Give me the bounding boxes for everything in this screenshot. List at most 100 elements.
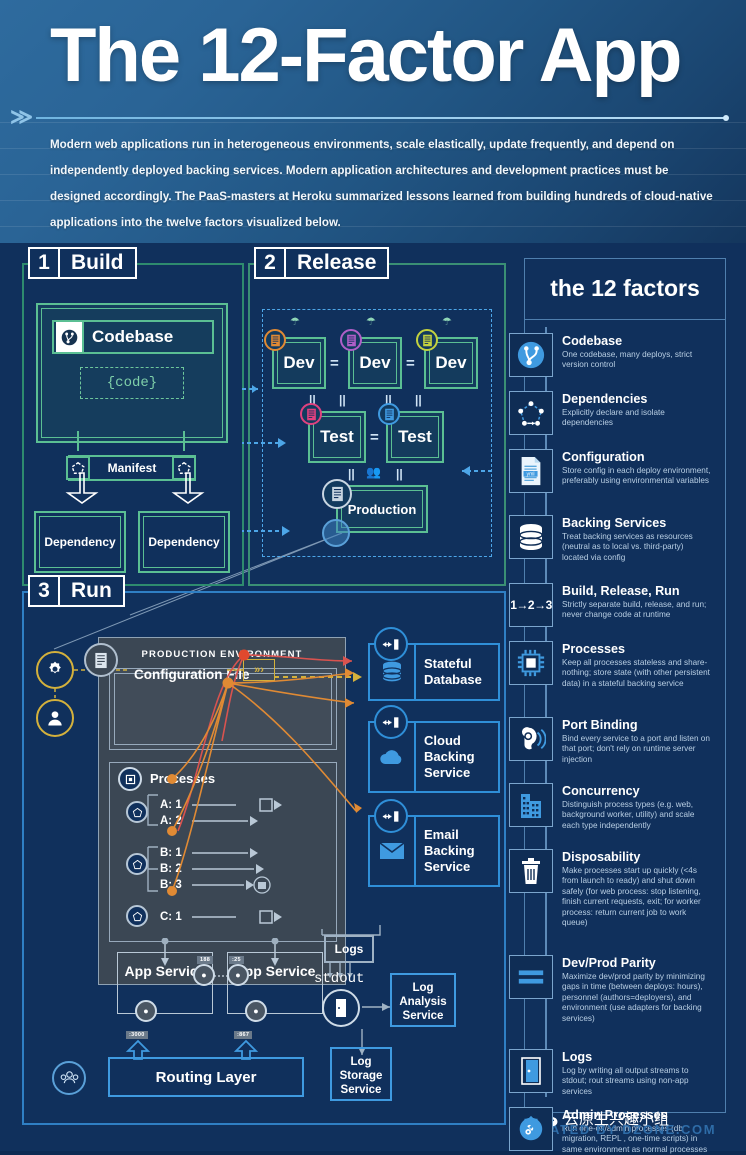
yaml-file-icon: yml: [509, 449, 553, 493]
port-binding-badge: [374, 705, 408, 739]
building-scale-icon: [509, 783, 553, 827]
factor-desc: Distinguish process types (e.g. web, bac…: [562, 800, 695, 830]
factor-desc: Treat backing services as resources (neu…: [562, 532, 693, 562]
port-label: 188: [197, 956, 214, 964]
env-label: Test: [398, 427, 432, 446]
cpu-chip-icon: [509, 641, 553, 685]
config-dot-icon: [322, 479, 352, 509]
factor-desc: Keep all processes stateless and share-n…: [562, 658, 710, 688]
manifest-arrows: [65, 431, 205, 504]
port-binding-icon: ●: [227, 964, 249, 986]
open-door-icon: [509, 1049, 553, 1093]
factor-item-processes[interactable]: Processes Keep all processes stateless a…: [509, 641, 727, 689]
factor-desc: Bind every service to a port and listen …: [562, 734, 710, 764]
equal-bars-icon: [509, 955, 553, 999]
twelve-factors-sidebar: the 12 factors Codebase One codebase, ma…: [509, 258, 726, 1154]
backing-service-label: Stateful Database: [424, 656, 482, 687]
log-storage-service: Log Storage Service: [330, 1047, 392, 1101]
user-admin-icon: [36, 699, 74, 737]
port-label: :867: [234, 1031, 253, 1039]
codebase-box: Codebase {code}: [36, 303, 228, 443]
factor-item-port-binding[interactable]: Port Binding Bind every service to a por…: [509, 717, 727, 765]
env-label: Production: [347, 501, 417, 517]
log-analysis-service: Log Analysis Service: [390, 973, 456, 1027]
port-binding-icon: ●: [193, 964, 215, 986]
node-graph-icon: [509, 391, 553, 435]
factor-item-concurrency[interactable]: Concurrency Distinguish process types (e…: [509, 783, 727, 831]
production-environment-label: PRODUCTION ENVIRONMENT: [141, 649, 303, 660]
database-icon: [509, 515, 553, 559]
backing-service-label: Email Backing Service: [424, 827, 475, 874]
env-label: Test: [320, 427, 354, 446]
users-group-icon: [52, 1061, 86, 1095]
config-file-label: Configuration File: [134, 667, 250, 682]
factor-name: Logs: [562, 1050, 593, 1064]
factor-item-backing-services[interactable]: Backing Services Treat backing services …: [509, 515, 727, 563]
dependency-box: Dependency: [34, 511, 126, 573]
parallel-mark: ||: [415, 393, 422, 407]
factor-item-configuration[interactable]: yml Configuration Store config in each d…: [509, 449, 727, 493]
factor-name: Disposability: [562, 850, 641, 864]
parallel-mark: ||: [396, 467, 403, 481]
panel-build-number: 1: [28, 247, 58, 279]
factor-name: Dependencies: [562, 392, 648, 406]
port-binding-icon: ●: [135, 1000, 157, 1022]
panel-release-tag: 2 Release: [254, 247, 390, 279]
code-block: {code}: [80, 367, 184, 399]
factor-desc: Strictly separate build, release, and ru…: [562, 600, 707, 620]
equals-sign: =: [330, 355, 339, 372]
gear-wrench-icon: [509, 1107, 553, 1151]
panel-run-name: Run: [58, 575, 125, 607]
factor-item-codebase[interactable]: Codebase One codebase, many deploys, str…: [509, 333, 727, 377]
page-subtitle: Modern web applications run in heterogen…: [50, 138, 713, 229]
factor-name: Backing Services: [562, 516, 667, 530]
factor-desc: Store config in each deploy environment,…: [562, 466, 711, 486]
factor-name: Build, Release, Run: [562, 584, 680, 598]
trash-bin-icon: [509, 849, 553, 893]
process-arrows: [147, 794, 282, 924]
port-label: :25: [229, 956, 244, 964]
env-label: Dev: [435, 353, 467, 372]
factor-item-disposability[interactable]: Disposability Make processes start up qu…: [509, 849, 727, 928]
one-two-three-icon: 1→2→3: [509, 583, 553, 627]
dependency-label: Dependency: [148, 535, 220, 549]
parallel-mark: ||: [339, 393, 346, 407]
factor-desc: Log by writing all output streams to std…: [562, 1066, 689, 1096]
equals-sign: =: [370, 429, 379, 446]
panel-run-number: 3: [28, 575, 58, 607]
release-artifact-icon: [84, 643, 118, 677]
factor-name: Dev/Prod Parity: [562, 956, 656, 970]
env-label: Dev: [283, 353, 315, 372]
user-icon: ☂: [442, 316, 452, 328]
release-anchor-node: [322, 519, 350, 547]
config-dot-icon: [416, 329, 438, 351]
factor-name: Concurrency: [562, 784, 640, 798]
codebase-header: Codebase: [52, 320, 214, 354]
panel-build: 1 Build Codebase {code} Manifest Depende…: [22, 247, 244, 586]
header-divider: [36, 115, 729, 121]
panel-run: 3 Run PRODUCTION ENVIRONMENT Processes A…: [22, 575, 506, 1125]
panel-run-tag: 3 Run: [28, 575, 125, 607]
config-dot-icon: [378, 403, 400, 425]
factor-item-build-release-run[interactable]: 1→2→3 Build, Release, Run Strictly separ…: [509, 583, 727, 627]
factor-name: Processes: [562, 642, 626, 656]
backing-service-label: Cloud Backing Service: [424, 733, 475, 780]
ear-listen-icon: [509, 717, 553, 761]
config-dot-icon: [264, 329, 286, 351]
panel-release-name: Release: [284, 247, 390, 279]
dependency-box: Dependency: [138, 511, 230, 573]
env-label: Dev: [359, 353, 391, 372]
routing-layer: Routing Layer: [108, 1057, 304, 1097]
factor-desc: Maximize dev/prod parity by minimizing g…: [562, 972, 705, 1023]
factor-desc: Make processes start up quickly (<4s fro…: [562, 866, 701, 928]
user-icon: ☂: [290, 316, 300, 328]
factor-name: Port Binding: [562, 718, 638, 732]
port-binding-badge: [374, 799, 408, 833]
factor-item-dev-prod-parity[interactable]: Dev/Prod Parity Maximize dev/prod parity…: [509, 955, 727, 1024]
dependency-label: Dependency: [44, 535, 116, 549]
factor-item-logs[interactable]: Logs Log by writing all output streams t…: [509, 1049, 727, 1097]
double-chevron-right-icon: ≫: [10, 104, 33, 129]
factor-item-dependencies[interactable]: Dependencies Explicitly declare and isol…: [509, 391, 727, 435]
config-dot-icon: [340, 329, 362, 351]
sidebar-title: the 12 factors: [550, 275, 700, 301]
